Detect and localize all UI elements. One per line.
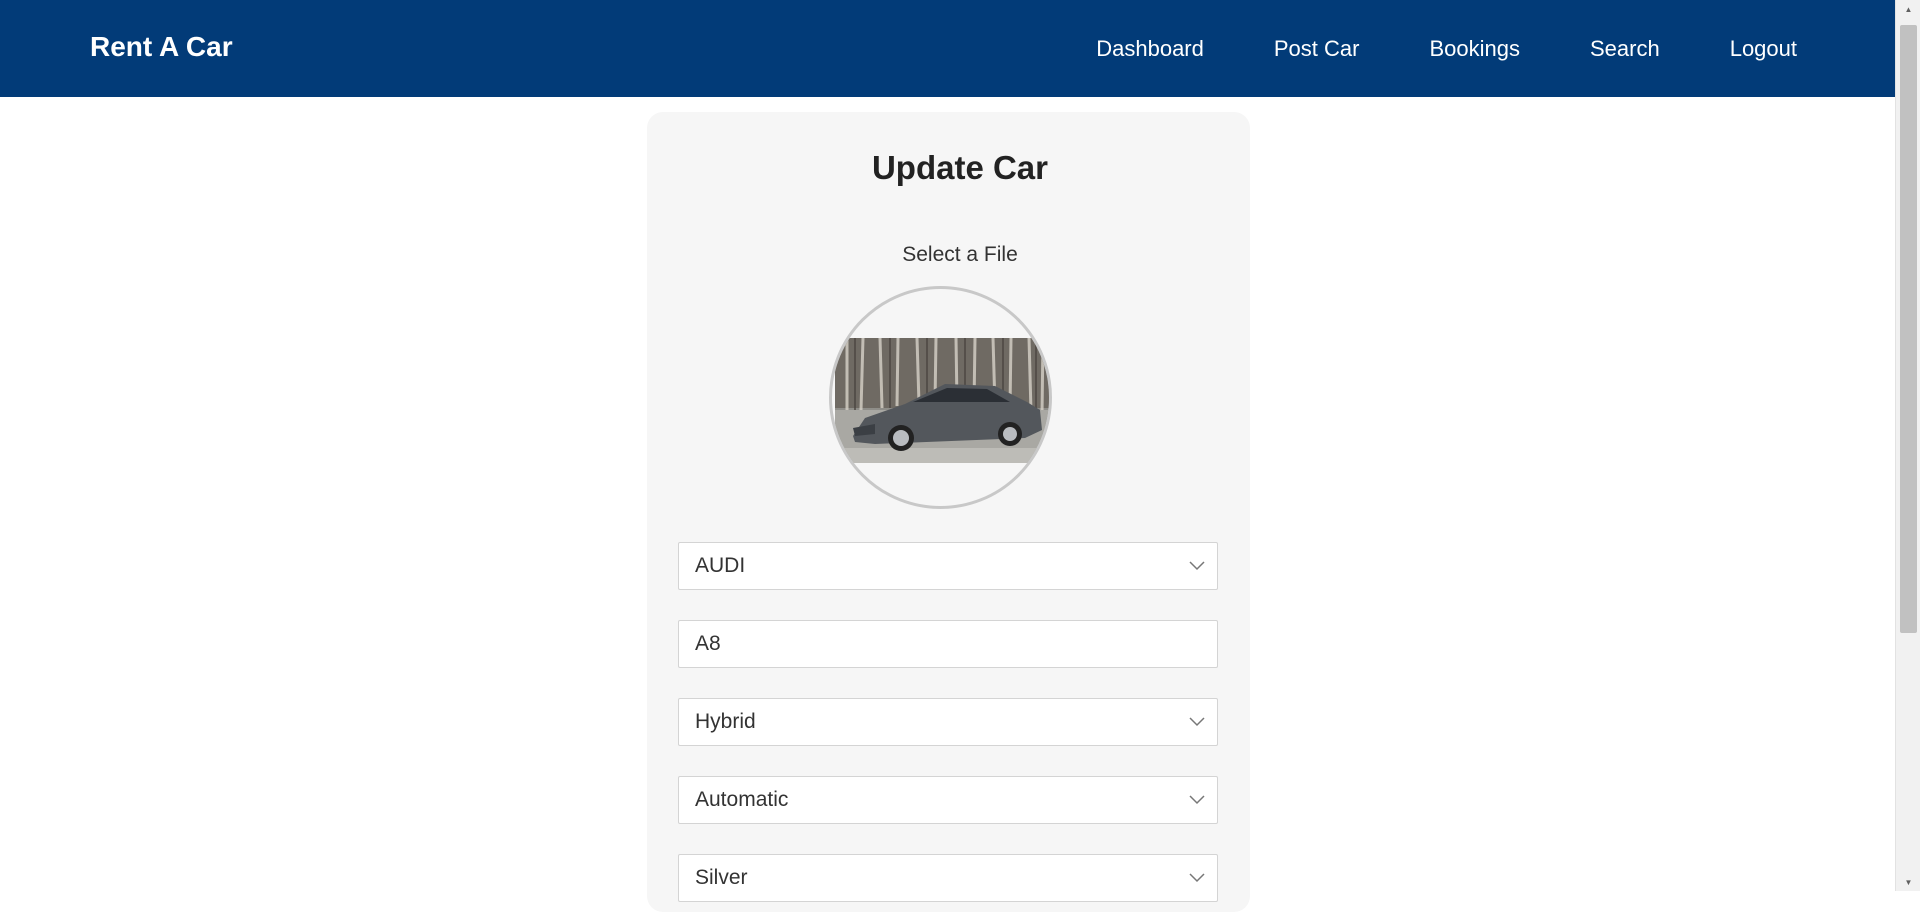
car-image-upload[interactable] (829, 286, 1052, 509)
scrollbar-thumb[interactable] (1900, 25, 1917, 633)
transmission-select[interactable]: Automatic (678, 776, 1218, 824)
nav-post-car[interactable]: Post Car (1274, 36, 1360, 62)
brand-select[interactable]: AUDI (678, 542, 1218, 590)
scroll-up-arrow-icon[interactable]: ▲ (1896, 0, 1920, 18)
brand-logo[interactable]: Rent A Car (90, 31, 233, 63)
page-title: Update Car (871, 149, 1049, 186)
page-scrollbar[interactable]: ▲ ▼ (1895, 0, 1920, 891)
model-input[interactable]: A8 (678, 620, 1218, 668)
model-input-value: A8 (695, 632, 721, 655)
car-photo (835, 338, 1049, 463)
select-file-label: Select a File (902, 243, 1018, 266)
color-select-value: Silver (695, 866, 748, 889)
chevron-down-icon (1177, 542, 1217, 590)
scroll-down-arrow-icon[interactable]: ▼ (1896, 873, 1920, 891)
chevron-down-icon (1177, 776, 1217, 824)
color-select[interactable]: Silver (678, 854, 1218, 902)
nav-search[interactable]: Search (1590, 36, 1660, 62)
nav-dashboard[interactable]: Dashboard (1096, 36, 1204, 62)
nav-links: Dashboard Post Car Bookings Search Logou… (1096, 0, 1797, 97)
top-navbar: Rent A Car Dashboard Post Car Bookings S… (0, 0, 1895, 97)
nav-logout[interactable]: Logout (1730, 36, 1797, 62)
fuel-type-select[interactable]: Hybrid (678, 698, 1218, 746)
brand-select-value: AUDI (695, 554, 746, 577)
chevron-down-icon (1177, 698, 1217, 746)
chevron-down-icon (1177, 854, 1217, 902)
fuel-type-select-value: Hybrid (695, 710, 756, 733)
transmission-select-value: Automatic (695, 788, 789, 811)
nav-bookings[interactable]: Bookings (1429, 36, 1520, 62)
